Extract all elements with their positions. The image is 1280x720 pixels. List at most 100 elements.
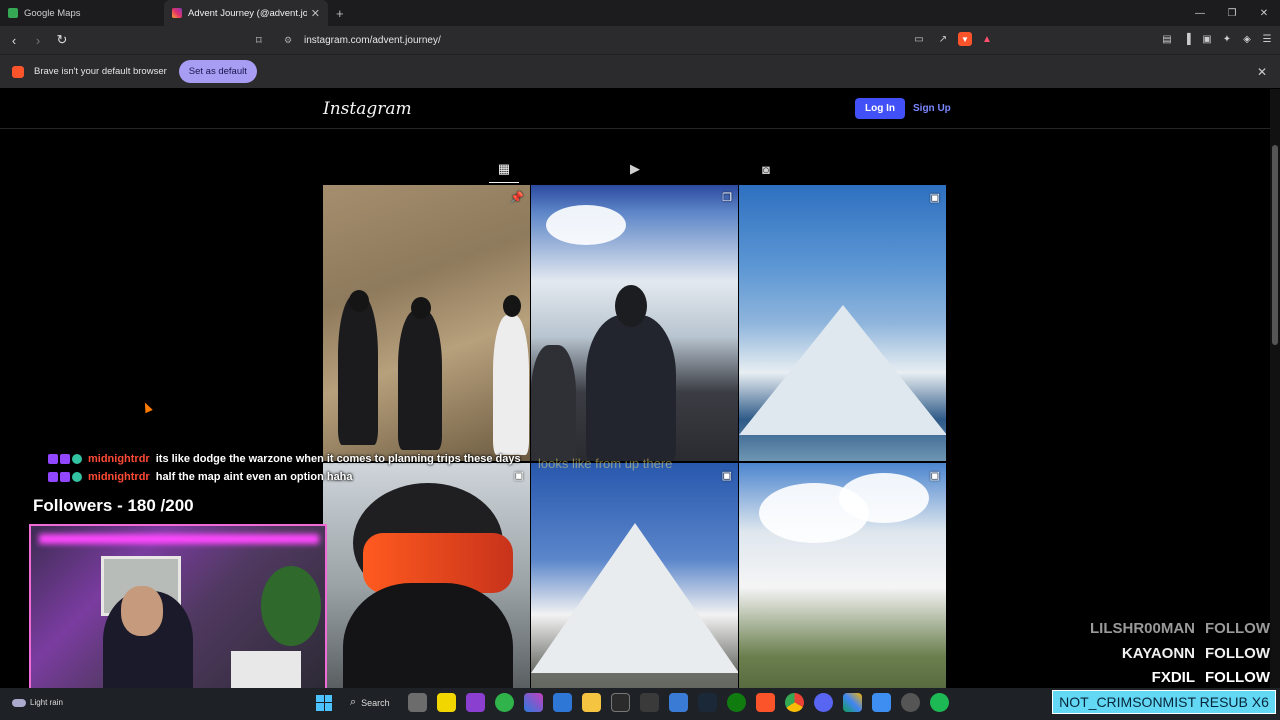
brave-logo-icon xyxy=(12,65,24,78)
leo-icon[interactable]: ✦ xyxy=(1220,31,1234,47)
post-4[interactable]: ▣ xyxy=(323,463,530,688)
minimize-icon[interactable]: — xyxy=(1184,0,1216,26)
tab-instagram[interactable]: Advent Journey (@advent.journey) ✕ xyxy=(164,0,328,26)
new-tab-button[interactable]: + xyxy=(328,0,352,26)
alert-action: FOLLOW xyxy=(1205,620,1270,637)
brave-shields-icon[interactable]: ▼ xyxy=(958,32,972,46)
store-icon[interactable] xyxy=(552,693,572,712)
verified-badge-icon xyxy=(72,472,82,482)
chat-message: midnightrdr half the map aint even an op… xyxy=(48,471,353,483)
tab-strip: Google Maps Advent Journey (@advent.jour… xyxy=(0,0,1280,26)
back-icon[interactable]: ‹ xyxy=(4,33,24,48)
profile-tabs: ▦ ▶ ◙ xyxy=(323,149,947,185)
tab-title: Advent Journey (@advent.journey) xyxy=(188,7,307,19)
reel-icon: ▣ xyxy=(721,470,732,482)
address-bar-actions: ▭ ↗ ▼ ▲ xyxy=(910,31,996,47)
post-2[interactable]: ❐ xyxy=(531,185,738,461)
neon-light xyxy=(39,534,319,544)
reels-icon[interactable]: ▶ xyxy=(620,155,650,183)
tab-google-maps[interactable]: Google Maps xyxy=(0,0,164,26)
instagram-header: Instagram Log In Sign Up xyxy=(0,89,1270,129)
restore-icon[interactable]: ❐ xyxy=(1216,0,1248,26)
post-3[interactable]: ▣ xyxy=(739,185,946,461)
google-drive-icon[interactable] xyxy=(842,693,862,712)
address-bar[interactable]: ⌑ ⚙ instagram.com/advent.journey/ xyxy=(256,29,1000,51)
reel-icon: ▣ xyxy=(929,470,940,482)
url-text[interactable]: instagram.com/advent.journey/ xyxy=(304,35,441,46)
alert-action: FOLLOW xyxy=(1205,669,1270,686)
resub-alert: NOT_CRIMSONMIST RESUB X6 xyxy=(1052,690,1276,714)
cast-icon[interactable]: ▭ xyxy=(910,31,928,47)
wallet-icon[interactable]: ▣ xyxy=(1200,31,1214,47)
person-figure xyxy=(398,310,442,450)
forward-icon[interactable]: › xyxy=(28,33,48,48)
weather-widget[interactable]: Light rain xyxy=(12,698,63,707)
cloud xyxy=(839,473,929,523)
xbox-icon[interactable] xyxy=(726,693,746,712)
menu-icon[interactable]: ☰ xyxy=(1260,31,1274,47)
app-rl-icon[interactable] xyxy=(610,693,630,712)
sub-badge-icon xyxy=(60,454,70,464)
login-button[interactable]: Log In xyxy=(855,98,905,119)
alert-name: FXDIL xyxy=(1151,669,1196,686)
pin-icon: 📌 xyxy=(510,192,524,204)
twitch-badge-icon xyxy=(48,472,58,482)
steam-icon[interactable] xyxy=(697,693,717,712)
sticky-notes-icon[interactable] xyxy=(436,693,456,712)
brave-icon[interactable] xyxy=(755,693,775,712)
post-5[interactable]: ▣ xyxy=(531,463,738,688)
app-blue-icon[interactable] xyxy=(668,693,688,712)
chat-text: half the map aint even an option haha xyxy=(155,471,353,483)
copilot-icon[interactable] xyxy=(523,693,543,712)
alert-name: KAYAONN xyxy=(1121,645,1196,662)
close-tab-icon[interactable]: ✕ xyxy=(311,7,320,20)
tagged-icon[interactable]: ◙ xyxy=(751,155,781,183)
post-6[interactable]: ▣ xyxy=(739,463,946,688)
window-controls: — ❐ ✕ xyxy=(1184,0,1280,26)
followers-goal: Followers - 180 /200 xyxy=(33,496,194,515)
site-info-icon[interactable]: ⚙ xyxy=(284,35,302,46)
chat-badges xyxy=(48,472,82,482)
mountain-shape xyxy=(531,523,738,673)
chrome-icon[interactable] xyxy=(784,693,804,712)
bookmark-icon[interactable]: ⌑ xyxy=(256,34,274,47)
close-window-icon[interactable]: ✕ xyxy=(1248,0,1280,26)
onenote-icon[interactable] xyxy=(465,693,485,712)
person-head xyxy=(615,285,647,327)
post-1[interactable]: 📌 xyxy=(323,185,530,461)
person-head xyxy=(411,297,431,319)
instagram-favicon-icon xyxy=(172,8,182,18)
spotify-icon[interactable] xyxy=(929,693,949,712)
page-scrollbar[interactable] xyxy=(1270,89,1280,688)
app-green-icon[interactable] xyxy=(494,693,514,712)
sub-badge-icon xyxy=(60,472,70,482)
start-icon[interactable] xyxy=(316,694,332,711)
webcam-feed xyxy=(29,524,327,694)
sidebar-icon[interactable]: ▐ xyxy=(1180,31,1194,47)
vpn-icon[interactable]: ◈ xyxy=(1240,31,1254,47)
cloud-rain-icon xyxy=(12,698,26,707)
app-star-icon[interactable] xyxy=(871,693,891,712)
scrollbar-thumb[interactable] xyxy=(1272,145,1278,345)
follow-alert: LILSHR00MAN FOLLOW xyxy=(1090,620,1270,637)
discord-icon[interactable] xyxy=(813,693,833,712)
brave-rewards-icon[interactable]: ▲ xyxy=(978,31,996,47)
app-x-icon[interactable] xyxy=(639,693,659,712)
maps-favicon-icon xyxy=(8,8,18,18)
share-icon[interactable]: ↗ xyxy=(934,31,952,47)
obs-icon[interactable] xyxy=(900,693,920,712)
verified-badge-icon xyxy=(72,454,82,464)
person-head xyxy=(349,290,369,312)
set-as-default-button[interactable]: Set as default xyxy=(178,60,257,83)
toolbar-right-icons: ▤ ▐ ▣ ✦ ◈ ☰ xyxy=(1160,31,1274,47)
infobar-close-icon[interactable]: ✕ xyxy=(1257,65,1267,79)
reload-icon[interactable]: ↻ xyxy=(52,32,72,48)
file-explorer-icon[interactable] xyxy=(581,693,601,712)
signup-link[interactable]: Sign Up xyxy=(913,103,951,114)
person-head xyxy=(503,295,521,317)
instagram-logo[interactable]: Instagram xyxy=(323,99,412,119)
grid-icon[interactable]: ▦ xyxy=(489,155,519,183)
task-view-icon[interactable] xyxy=(407,693,427,712)
taskbar-search[interactable]: ⌕ Search xyxy=(342,696,398,709)
reader-icon[interactable]: ▤ xyxy=(1160,31,1174,47)
